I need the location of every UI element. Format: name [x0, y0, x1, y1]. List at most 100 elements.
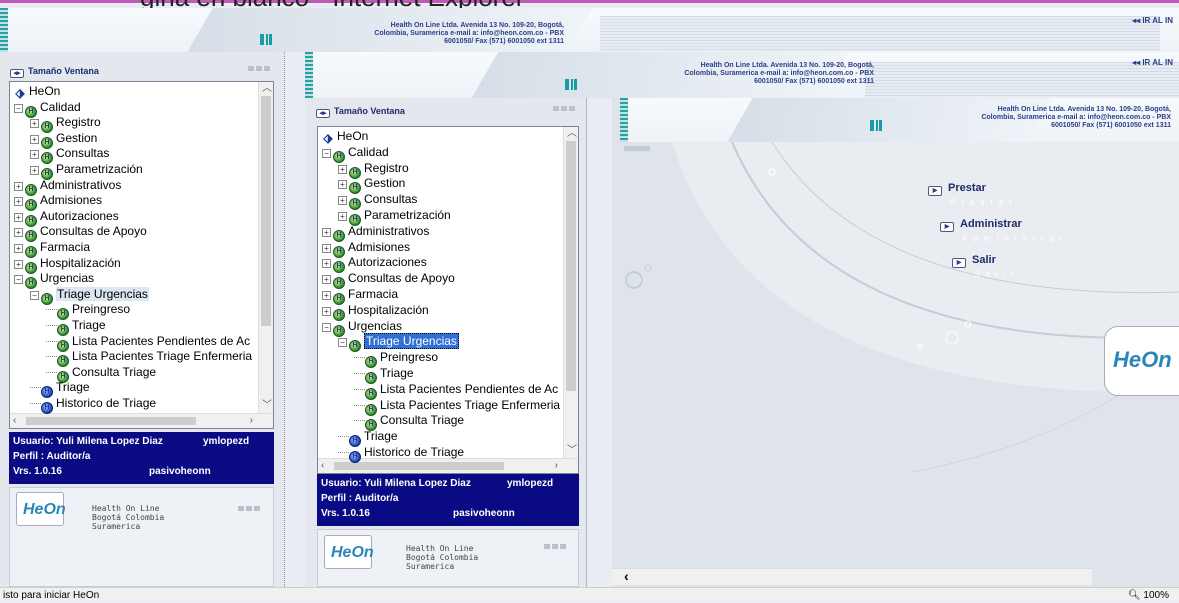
tree-vertical-scrollbar[interactable]: ︿ ﹀: [258, 82, 273, 413]
expand-icon[interactable]: +: [14, 212, 23, 222]
expand-icon[interactable]: +: [30, 134, 39, 144]
tree-item[interactable]: H Preingreso: [46, 302, 130, 321]
play-icon: ▶: [928, 186, 942, 196]
tree-item[interactable]: H Lista Pacientes Pendientes de Ac: [46, 334, 250, 352]
tree-item[interactable]: − H Calidad: [322, 145, 389, 163]
expand-icon[interactable]: +: [14, 197, 23, 207]
expand-icon[interactable]: +: [322, 275, 331, 285]
tree-item[interactable]: H Lista Pacientes Triage Enfermeria: [354, 398, 560, 416]
tree-item[interactable]: + H Hospitalización: [322, 303, 429, 321]
scroll-up-arrow[interactable]: ︿: [567, 129, 577, 139]
scroll-left-arrow[interactable]: ‹: [13, 416, 16, 426]
status-text: isto para iniciar HeOn: [3, 590, 100, 601]
expand-icon[interactable]: +: [14, 244, 23, 253]
tree-vertical-scrollbar-2[interactable]: ︿ ﹀: [563, 127, 578, 458]
tree-item[interactable]: − H Triage Urgencias: [338, 333, 459, 353]
collapse-icon[interactable]: −: [322, 322, 331, 332]
expand-icon[interactable]: +: [30, 166, 39, 175]
menu-administrar-button[interactable]: ▶ Administrar: [940, 218, 1022, 232]
expand-icon[interactable]: +: [322, 259, 331, 269]
ir-al-inicio-link-2[interactable]: ◂◂ IR AL IN: [1132, 58, 1173, 67]
tree-item[interactable]: H Preingreso: [354, 350, 438, 369]
expand-icon[interactable]: +: [30, 150, 39, 160]
tree-item[interactable]: H Lista Pacientes Triage Enfermeria: [46, 349, 252, 368]
tree-item[interactable]: H Lista Pacientes Pendientes de Ac: [354, 382, 558, 400]
scroll-up-arrow[interactable]: ︿: [262, 84, 272, 94]
tree-item[interactable]: + H Administrativos: [14, 178, 121, 196]
panel-title: Tamaño Ventana: [28, 66, 99, 76]
collapse-icon[interactable]: −: [14, 103, 23, 113]
zoom-control[interactable]: 🔍︎ 100%: [1128, 588, 1169, 603]
tree-item[interactable]: H Triage: [46, 318, 106, 336]
scroll-left-icon[interactable]: ‹: [624, 569, 629, 583]
tree-item[interactable]: + H Registro: [30, 115, 101, 134]
tree-root[interactable]: ⬗ HeOn: [14, 84, 60, 99]
expand-icon[interactable]: +: [30, 119, 39, 129]
tree-horizontal-scrollbar[interactable]: ‹ ›: [10, 413, 273, 428]
collapse-icon[interactable]: −: [322, 148, 331, 158]
tree-item[interactable]: − H Urgencias: [322, 319, 402, 337]
menu-prestar-button[interactable]: ▶ Prestar: [928, 182, 986, 196]
menu-subtitle: Salir: [974, 270, 1021, 279]
banner-logo-mark-3: [870, 120, 882, 131]
window-size-button[interactable]: ◂▸ Tamaño Ventana: [10, 66, 99, 78]
expand-icon[interactable]: +: [322, 243, 331, 253]
tree-item[interactable]: + H Parametrización: [338, 208, 451, 226]
expand-icon[interactable]: +: [338, 180, 347, 190]
scroll-down-arrow[interactable]: ﹀: [567, 446, 577, 456]
tree-item[interactable]: + H Consultas de Apoyo: [14, 224, 147, 243]
scroll-left-arrow[interactable]: ‹: [321, 461, 324, 471]
expand-icon[interactable]: +: [14, 181, 23, 191]
tree-item[interactable]: − H Urgencias: [14, 271, 94, 290]
tree-item[interactable]: + H Admisiones: [322, 240, 410, 258]
expand-icon[interactable]: +: [338, 212, 347, 221]
tree-item[interactable]: + H Gestion: [30, 131, 97, 149]
tree-item[interactable]: + H Consultas: [338, 192, 417, 211]
scroll-down-arrow[interactable]: ﹀: [262, 401, 272, 411]
tree-item[interactable]: + H Consultas de Apoyo: [322, 271, 455, 290]
tree-item[interactable]: + H Gestion: [338, 176, 405, 195]
tree-item[interactable]: H Historico de Triage: [30, 396, 156, 414]
navigation-tree[interactable]: ︿ ﹀ ‹ › ⬗ HeOn − H Calidad + H Registro + H Gestion +…: [9, 81, 274, 429]
header-banner-3: Health On Line Ltda. Avenida 13 No. 109-…: [620, 98, 1179, 142]
scroll-right-arrow[interactable]: ›: [555, 461, 558, 471]
tree-item[interactable]: − H Calidad: [14, 100, 81, 118]
expand-icon[interactable]: +: [322, 227, 331, 237]
expand-icon[interactable]: +: [322, 291, 331, 300]
collapse-icon[interactable]: −: [338, 338, 347, 348]
expand-icon[interactable]: +: [14, 228, 23, 238]
tree-item[interactable]: + H Farmacia: [14, 240, 90, 258]
heon-root-icon: ⬗: [323, 131, 333, 145]
tree-item[interactable]: + H Hospitalización: [14, 256, 121, 274]
tree-item[interactable]: − H Triage Urgencias: [30, 286, 149, 305]
expand-icon[interactable]: +: [14, 259, 23, 269]
left-panel-2: ◂▸ Tamaño Ventana ︿ ﹀ ‹ › ⬗ HeOn − H Calidad + H R…: [305, 98, 587, 587]
tree-item[interactable]: + H Parametrización: [30, 162, 143, 180]
menu-salir-button[interactable]: ▶ Salir: [952, 254, 996, 268]
collapse-icon[interactable]: −: [30, 290, 39, 300]
tree-item[interactable]: H Triage: [354, 366, 414, 384]
tree-item[interactable]: + H Admisiones: [14, 193, 102, 212]
tree-item[interactable]: H Consulta Triage: [46, 365, 156, 383]
expand-icon[interactable]: +: [338, 196, 347, 206]
tree-item[interactable]: + H Farmacia: [322, 287, 398, 305]
navigation-tree-2[interactable]: ︿ ﹀ ‹ › ⬗ HeOn − H Calidad + H Registro + H Gestion +…: [317, 126, 579, 474]
tree-item[interactable]: H Triage: [30, 380, 90, 399]
tree-item[interactable]: H Triage: [338, 429, 398, 448]
tree-item[interactable]: H Historico de Triage: [338, 445, 464, 463]
collapse-icon[interactable]: −: [14, 275, 23, 285]
tree-item[interactable]: H Consulta Triage: [354, 413, 464, 432]
tree-item[interactable]: + H Autorizaciones: [14, 209, 119, 227]
user-profile: Perfil : Auditor/a: [13, 451, 91, 462]
ir-al-inicio-link[interactable]: ◂◂ IR AL IN: [1132, 16, 1173, 25]
tree-item[interactable]: + H Autorizaciones: [322, 255, 427, 274]
window-size-button-2[interactable]: ◂▸ Tamaño Ventana: [316, 106, 405, 118]
expand-icon[interactable]: +: [338, 164, 347, 174]
scroll-right-arrow[interactable]: ›: [250, 416, 253, 426]
tree-root[interactable]: ⬗ HeOn: [322, 129, 368, 144]
expand-icon[interactable]: +: [322, 306, 331, 316]
tree-item[interactable]: + H Registro: [338, 161, 409, 179]
main-horizontal-scrollbar[interactable]: ‹: [612, 568, 1092, 585]
tree-item[interactable]: + H Administrativos: [322, 224, 429, 242]
tree-item[interactable]: + H Consultas: [30, 146, 109, 165]
